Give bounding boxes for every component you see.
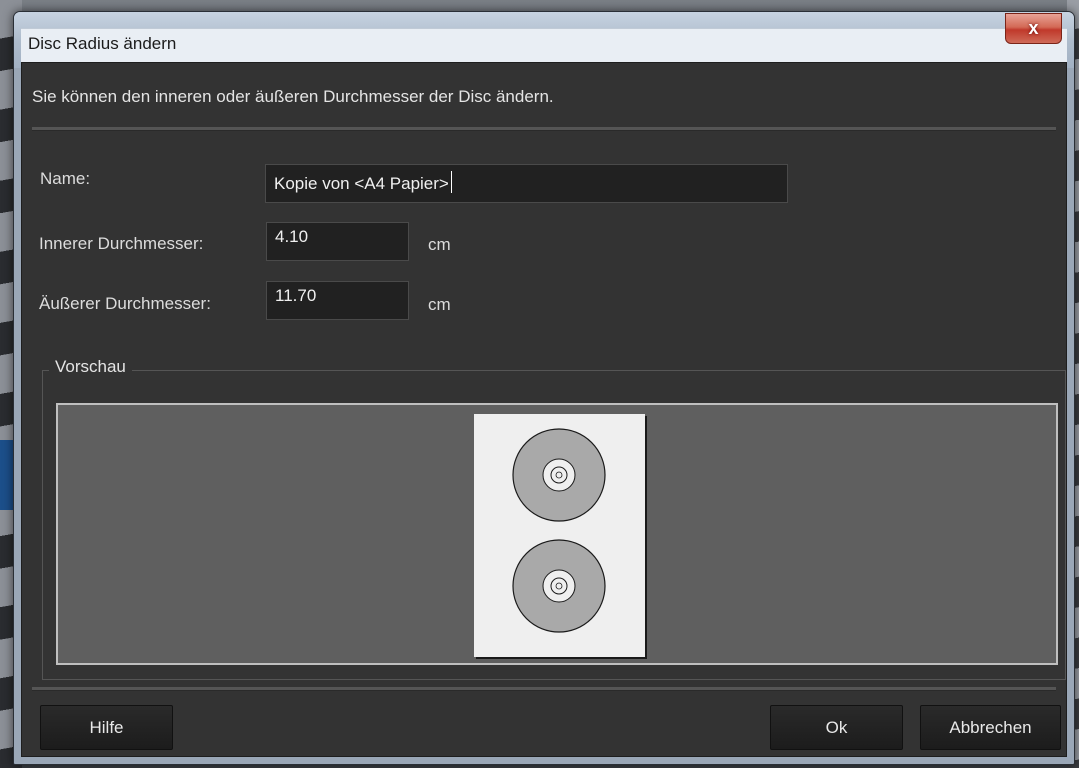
disc-2 (512, 539, 606, 633)
bottom-separator (32, 687, 1056, 691)
inner-diameter-label: Innerer Durchmesser: (39, 234, 204, 253)
outer-diameter-unit: cm (428, 295, 451, 314)
cancel-button[interactable]: Abbrechen (920, 705, 1061, 750)
dialog-description: Sie können den inneren oder äußeren Durc… (32, 87, 554, 106)
dialog-content: Sie können den inneren oder äußeren Durc… (21, 62, 1067, 757)
inner-diameter-unit: cm (428, 235, 451, 254)
preview-canvas (56, 403, 1058, 665)
disc-layout-svg (512, 428, 606, 633)
text-caret (450, 171, 452, 193)
inner-diameter-value: 4.10 (275, 227, 309, 246)
outer-diameter-label: Äußerer Durchmesser: (39, 294, 211, 313)
title-bar-inner (21, 28, 1067, 63)
close-icon: x (1028, 18, 1039, 38)
name-label: Name: (40, 169, 91, 188)
title-bar[interactable]: Disc Radius ändern x (14, 12, 1074, 68)
name-input[interactable]: Kopie von <A4 Papier> (265, 164, 788, 203)
disc-radius-dialog: Disc Radius ändern x Sie können den inne… (13, 11, 1075, 765)
ok-button[interactable]: Ok (770, 705, 903, 750)
close-button[interactable]: x (1005, 13, 1062, 44)
outer-diameter-input[interactable]: 11.70 (266, 281, 409, 320)
paper-sheet (474, 414, 645, 657)
help-button[interactable]: Hilfe (40, 705, 173, 750)
dialog-title: Disc Radius ändern (28, 34, 177, 53)
name-input-value: Kopie von <A4 Papier> (274, 174, 449, 193)
preview-legend: Vorschau (49, 357, 132, 377)
top-separator (32, 127, 1056, 131)
disc-1 (512, 428, 606, 522)
outer-diameter-value: 11.70 (275, 286, 317, 305)
inner-diameter-input[interactable]: 4.10 (266, 222, 409, 261)
preview-group: Vorschau (42, 357, 1066, 680)
